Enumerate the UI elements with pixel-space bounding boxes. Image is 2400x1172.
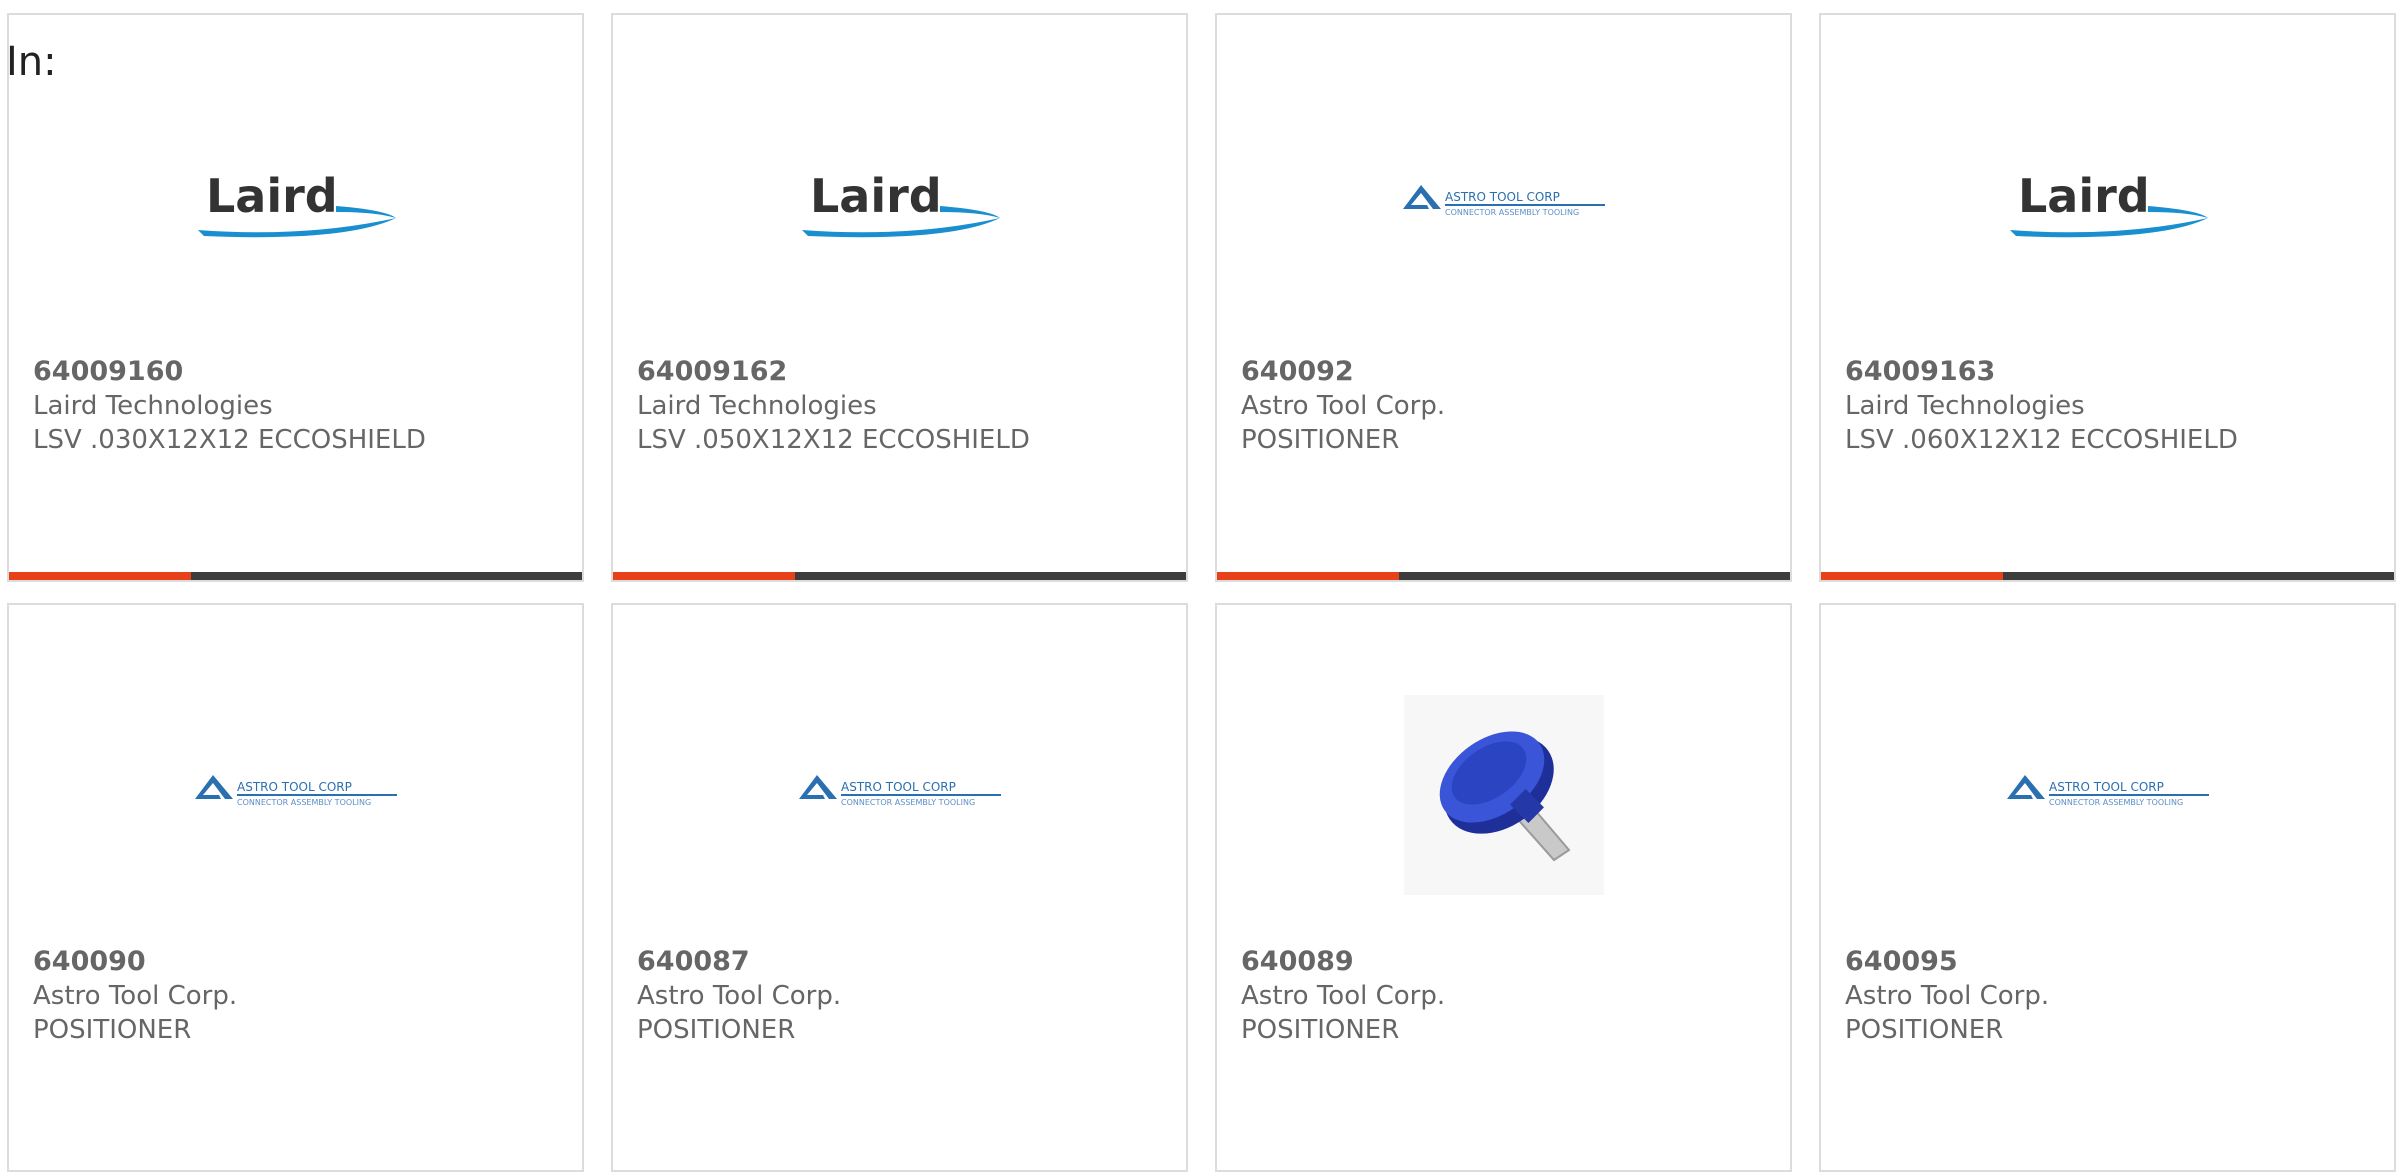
manufacturer: Laird Technologies: [1845, 391, 2085, 421]
product-image: Laird: [1821, 105, 2394, 305]
svg-text:CONNECTOR ASSEMBLY TOOLING: CONNECTOR ASSEMBLY TOOLING: [2049, 798, 2183, 807]
product-card[interactable]: ASTRO TOOL CORP CONNECTOR ASSEMBLY TOOLI…: [1215, 13, 1792, 582]
product-card[interactable]: Laird 64009162 Laird Technologies LSV .0…: [611, 13, 1188, 582]
part-number[interactable]: 640092: [1241, 355, 1774, 389]
product-image: Laird: [613, 105, 1186, 305]
product-image: ASTRO TOOL CORP CONNECTOR ASSEMBLY TOOLI…: [1217, 105, 1790, 305]
svg-text:CONNECTOR ASSEMBLY TOOLING: CONNECTOR ASSEMBLY TOOLING: [237, 798, 371, 807]
svg-text:ASTRO TOOL CORP: ASTRO TOOL CORP: [2049, 780, 2164, 794]
manufacturer: Astro Tool Corp.: [33, 981, 238, 1011]
product-image: Laird: [9, 105, 582, 305]
svg-text:ASTRO TOOL CORP: ASTRO TOOL CORP: [237, 780, 352, 794]
svg-text:Laird: Laird: [2018, 169, 2150, 223]
manufacturer: Laird Technologies: [33, 391, 273, 421]
product-image: ASTRO TOOL CORP CONNECTOR ASSEMBLY TOOLI…: [613, 695, 1186, 895]
description: LSV .060X12X12 ECCOSHIELD: [1845, 425, 2238, 455]
astro-tool-logo: ASTRO TOOL CORP CONNECTOR ASSEMBLY TOOLI…: [798, 775, 1001, 807]
product-card[interactable]: ASTRO TOOL CORP CONNECTOR ASSEMBLY TOOLI…: [1819, 603, 2396, 1172]
laird-logo: Laird: [197, 169, 396, 238]
product-image: ASTRO TOOL CORP CONNECTOR ASSEMBLY TOOLI…: [9, 695, 582, 895]
manufacturer: Astro Tool Corp.: [1845, 981, 2050, 1011]
part-number[interactable]: 64009163: [1845, 355, 2378, 389]
laird-logo: Laird: [801, 169, 1000, 238]
manufacturer: Astro Tool Corp.: [1241, 391, 1446, 421]
description: POSITIONER: [1241, 425, 1400, 455]
card-bar: [1217, 572, 1790, 580]
positioner-photo: [1403, 695, 1604, 895]
manufacturer: Astro Tool Corp.: [637, 981, 842, 1011]
description: LSV .050X12X12 ECCOSHIELD: [637, 425, 1030, 455]
description: POSITIONER: [637, 1015, 796, 1045]
card-bar: [1821, 572, 2394, 580]
svg-text:ASTRO TOOL CORP: ASTRO TOOL CORP: [841, 780, 956, 794]
manufacturer: Astro Tool Corp.: [1241, 981, 1446, 1011]
card-bar: [9, 572, 582, 580]
svg-text:CONNECTOR ASSEMBLY TOOLING: CONNECTOR ASSEMBLY TOOLING: [1445, 208, 1579, 217]
description: POSITIONER: [1845, 1015, 2004, 1045]
in-label: In:: [6, 39, 57, 85]
description: POSITIONER: [1241, 1015, 1400, 1045]
svg-text:Laird: Laird: [206, 169, 338, 223]
astro-tool-logo: ASTRO TOOL CORP CONNECTOR ASSEMBLY TOOLI…: [2006, 775, 2209, 807]
svg-text:CONNECTOR ASSEMBLY TOOLING: CONNECTOR ASSEMBLY TOOLING: [841, 798, 975, 807]
description: LSV .030X12X12 ECCOSHIELD: [33, 425, 426, 455]
product-card[interactable]: Laird 64009163 Laird Technologies LSV .0…: [1819, 13, 2396, 582]
part-number[interactable]: 640090: [33, 945, 566, 979]
astro-tool-logo: ASTRO TOOL CORP CONNECTOR ASSEMBLY TOOLI…: [194, 775, 397, 807]
product-card[interactable]: 640089 Astro Tool Corp. POSITIONER: [1215, 603, 1792, 1172]
astro-tool-logo: ASTRO TOOL CORP CONNECTOR ASSEMBLY TOOLI…: [1402, 185, 1605, 217]
svg-text:ASTRO TOOL CORP: ASTRO TOOL CORP: [1445, 190, 1560, 204]
part-number[interactable]: 640089: [1241, 945, 1774, 979]
part-number[interactable]: 64009162: [637, 355, 1170, 389]
part-number[interactable]: 640095: [1845, 945, 2378, 979]
part-number[interactable]: 640087: [637, 945, 1170, 979]
laird-logo: Laird: [2009, 169, 2208, 238]
product-card[interactable]: Laird 64009160 Laird Technologies LSV .0…: [7, 13, 584, 582]
product-card[interactable]: ASTRO TOOL CORP CONNECTOR ASSEMBLY TOOLI…: [611, 603, 1188, 1172]
product-image: ASTRO TOOL CORP CONNECTOR ASSEMBLY TOOLI…: [1821, 695, 2394, 895]
part-number[interactable]: 64009160: [33, 355, 566, 389]
product-image: [1217, 695, 1790, 895]
svg-text:Laird: Laird: [810, 169, 942, 223]
card-bar: [613, 572, 1186, 580]
product-card[interactable]: ASTRO TOOL CORP CONNECTOR ASSEMBLY TOOLI…: [7, 603, 584, 1172]
description: POSITIONER: [33, 1015, 192, 1045]
manufacturer: Laird Technologies: [637, 391, 877, 421]
